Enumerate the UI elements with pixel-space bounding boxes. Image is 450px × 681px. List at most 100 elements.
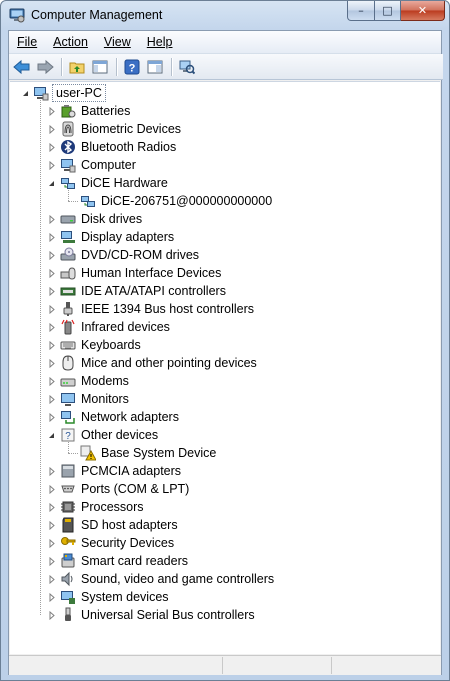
tree-node[interactable]: Bluetooth Radios	[10, 138, 430, 156]
tree-node-expander[interactable]	[47, 282, 56, 300]
tree-node-expander[interactable]	[47, 210, 56, 228]
tree-node-expander[interactable]	[47, 408, 56, 426]
up-one-level-button[interactable]	[66, 56, 87, 77]
tree-node-expander[interactable]	[47, 498, 56, 516]
help-button[interactable]: ?	[121, 56, 142, 77]
tree-node[interactable]: PCMCIA adapters	[10, 462, 430, 480]
title-bar[interactable]: Computer Management – □ ✕	[1, 1, 449, 31]
tree-node-expander[interactable]	[47, 390, 56, 408]
tree-node[interactable]: Network adapters	[10, 408, 430, 426]
tree-node-expander[interactable]	[47, 372, 56, 390]
tree-node[interactable]: ? Other devices	[10, 426, 430, 444]
tree-child-node[interactable]: Base System Device	[10, 442, 430, 462]
back-button[interactable]	[11, 56, 32, 77]
tree-node[interactable]: DVD/CD-ROM drives	[10, 246, 430, 264]
tree-connector-line	[68, 453, 78, 454]
tree-node-expander[interactable]	[47, 174, 56, 192]
tree-node-expander[interactable]	[47, 246, 56, 264]
smart-card-reader-icon	[60, 553, 76, 569]
client-area: File Action View Help ? user-PC Batterie…	[8, 30, 443, 675]
tree-node-label: Base System Device	[101, 446, 217, 460]
tree-root-expander[interactable]	[21, 84, 30, 102]
tree-node-label: Processors	[81, 500, 144, 514]
tree-node-expander[interactable]	[47, 102, 56, 120]
tree-node-expander[interactable]	[47, 336, 56, 354]
pcmcia-icon	[60, 463, 76, 479]
tree-node-label: DiCE-206751@000000000000	[101, 194, 273, 208]
tree-node-expander[interactable]	[47, 264, 56, 282]
tree-node[interactable]: Smart card readers	[10, 552, 430, 570]
tree-node-label: Mice and other pointing devices	[81, 356, 257, 370]
tree-node-expander[interactable]	[47, 552, 56, 570]
tree-node[interactable]: SD host adapters	[10, 516, 430, 534]
tree-node[interactable]: Keyboards	[10, 336, 430, 354]
tree-node[interactable]: Universal Serial Bus controllers	[10, 606, 430, 624]
minimize-button[interactable]: –	[347, 1, 375, 21]
tree-node-expander[interactable]	[47, 228, 56, 246]
tree-node[interactable]: Sound, video and game controllers	[10, 570, 430, 588]
tree-connector-line	[40, 100, 41, 615]
tree-node[interactable]: Security Devices	[10, 534, 430, 552]
monitor-icon	[60, 391, 76, 407]
tree-node-expander[interactable]	[47, 120, 56, 138]
device-tree[interactable]: user-PC Batteries Biometric Devices Bluetoo…	[10, 81, 440, 654]
tree-node[interactable]: Modems	[10, 372, 430, 390]
tree-node-label: Security Devices	[81, 536, 175, 550]
sd-card-icon	[60, 517, 76, 533]
tree-node[interactable]: System devices	[10, 588, 430, 606]
properties-button[interactable]	[144, 56, 165, 77]
status-bar	[9, 655, 441, 675]
tree-node-expander[interactable]	[47, 588, 56, 606]
tree-child-node[interactable]: DiCE-206751@000000000000	[10, 190, 430, 210]
menu-help[interactable]: Help	[139, 32, 181, 52]
tree-node[interactable]: Batteries	[10, 102, 430, 120]
maximize-button[interactable]: □	[375, 1, 401, 21]
tree-node[interactable]: Processors	[10, 498, 430, 516]
tree-node[interactable]: Mice and other pointing devices	[10, 354, 430, 372]
infrared-icon	[60, 319, 76, 335]
tree-node[interactable]: DiCE Hardware	[10, 174, 430, 192]
mouse-icon	[60, 355, 76, 371]
tree-node[interactable]: Monitors	[10, 390, 430, 408]
tree-node-expander[interactable]	[47, 462, 56, 480]
tree-node-label: Universal Serial Bus controllers	[81, 608, 255, 622]
tree-node[interactable]: Ports (COM & LPT)	[10, 480, 430, 498]
tree-node-expander[interactable]	[47, 318, 56, 336]
modem-icon	[60, 373, 76, 389]
tree-node[interactable]: Display adapters	[10, 228, 430, 246]
menu-file[interactable]: File	[9, 32, 45, 52]
tree-node[interactable]: IDE ATA/ATAPI controllers	[10, 282, 430, 300]
tree-node[interactable]: Disk drives	[10, 210, 430, 228]
tree-node-expander[interactable]	[47, 426, 56, 444]
menu-action-label: Action	[53, 35, 88, 49]
forward-button[interactable]	[34, 56, 55, 77]
tree-node-expander[interactable]	[47, 534, 56, 552]
tree-node-expander[interactable]	[47, 300, 56, 318]
scan-for-hardware-changes-button[interactable]	[176, 56, 197, 77]
network-adapter-icon	[60, 409, 76, 425]
tree-node[interactable]: Computer	[10, 156, 430, 174]
optical-drive-icon	[60, 247, 76, 263]
toolbar-separator	[116, 57, 117, 76]
tree-node-expander[interactable]	[47, 606, 56, 624]
menu-action[interactable]: Action	[45, 32, 96, 52]
tree-node-expander[interactable]	[47, 354, 56, 372]
tree-node[interactable]: Infrared devices	[10, 318, 430, 336]
show-hide-console-tree-button[interactable]	[89, 56, 110, 77]
menu-view[interactable]: View	[96, 32, 139, 52]
tree-node[interactable]: Biometric Devices	[10, 120, 430, 138]
show-hide-tree-icon	[92, 60, 107, 73]
fingerprint-icon	[60, 121, 76, 137]
tree-node-label: Display adapters	[81, 230, 175, 244]
tree-node[interactable]: Human Interface Devices	[10, 264, 430, 282]
tree-node-expander[interactable]	[47, 516, 56, 534]
toolbar-separator	[171, 57, 172, 76]
tree-node-expander[interactable]	[47, 570, 56, 588]
close-button[interactable]: ✕	[401, 1, 445, 21]
tree-node-expander[interactable]	[47, 480, 56, 498]
firewire-icon	[60, 301, 76, 317]
tree-node-expander[interactable]	[47, 156, 56, 174]
tree-root-user-pc[interactable]: user-PC	[10, 84, 430, 102]
tree-node-expander[interactable]	[47, 138, 56, 156]
tree-node[interactable]: IEEE 1394 Bus host controllers	[10, 300, 430, 318]
